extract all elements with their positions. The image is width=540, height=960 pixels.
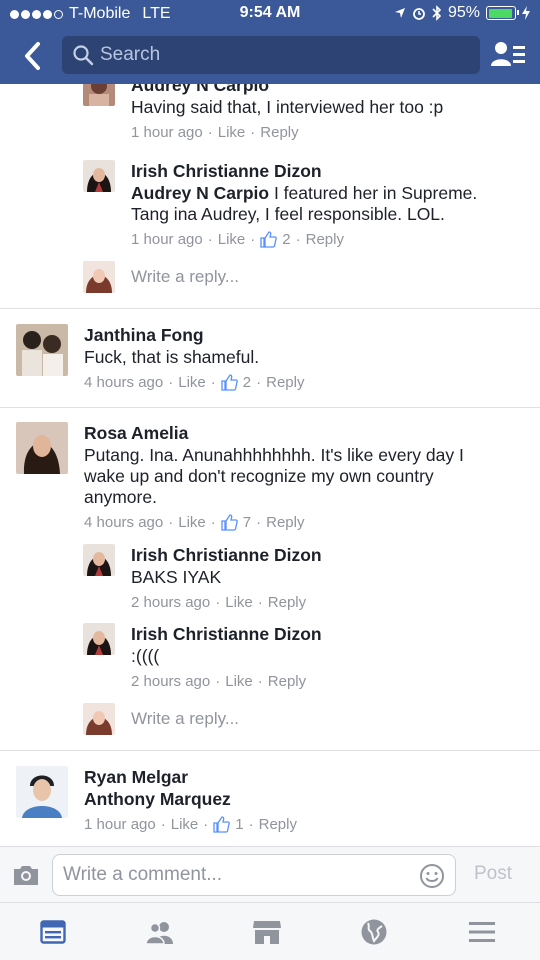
top-bar: T-Mobile LTE 9:54 AM 95% xyxy=(0,0,540,84)
news-feed-icon xyxy=(40,920,66,944)
reply-button[interactable]: Reply xyxy=(268,594,306,611)
comment-text: Having said that, I interviewed her too … xyxy=(131,97,444,117)
write-reply-prompt[interactable]: Write a reply... xyxy=(131,267,239,287)
camera-icon[interactable] xyxy=(12,863,40,887)
thumbs-up-icon xyxy=(221,514,238,531)
avatar[interactable] xyxy=(83,84,115,106)
comments-feed[interactable]: Audrey N Carpio Having said that, I inte… xyxy=(0,84,540,846)
emoji-icon[interactable] xyxy=(419,863,445,889)
comment-author[interactable]: Rosa Amelia xyxy=(84,422,504,444)
write-reply-prompt[interactable]: Write a reply... xyxy=(131,709,239,729)
avatar xyxy=(83,703,115,735)
comment-time: 2 hours ago xyxy=(131,673,211,690)
comment-time: 2 hours ago xyxy=(131,594,211,611)
comment-text: Putang. Ina. Anunahhhhhhhh. It's like ev… xyxy=(84,445,464,507)
charging-icon xyxy=(522,6,530,20)
tab-notifications[interactable] xyxy=(354,917,394,947)
thumbs-up-icon xyxy=(260,231,278,248)
mention-tag[interactable]: Anthony Marquez xyxy=(84,789,231,809)
battery-percent: 95% xyxy=(447,4,480,21)
comment-author[interactable]: Irish Christianne Dizon xyxy=(131,160,511,182)
search-input[interactable] xyxy=(100,36,470,74)
tab-friends[interactable] xyxy=(140,917,180,947)
search-icon xyxy=(73,45,94,66)
write-reply-row[interactable]: Write a reply... xyxy=(83,703,239,735)
location-icon xyxy=(394,8,405,18)
like-button[interactable]: Like xyxy=(218,124,246,141)
menu-icon xyxy=(469,922,495,942)
reply-button[interactable]: Reply xyxy=(266,514,304,531)
comment-text: :(((( xyxy=(131,646,160,666)
comment-time: 4 hours ago xyxy=(84,374,164,391)
reply-button[interactable]: Reply xyxy=(268,673,306,690)
avatar[interactable] xyxy=(16,422,68,474)
comment-author[interactable]: Irish Christianne Dizon xyxy=(131,544,322,566)
like-count[interactable]: 2 xyxy=(282,231,290,248)
reply-comment: Audrey N Carpio Having said that, I inte… xyxy=(83,84,443,141)
divider xyxy=(0,750,540,751)
reply-button[interactable]: Reply xyxy=(260,124,298,141)
avatar[interactable] xyxy=(83,160,115,192)
comment-author[interactable]: Audrey N Carpio xyxy=(131,84,443,96)
comment-author[interactable]: Janthina Fong xyxy=(84,324,304,346)
like-count[interactable]: 7 xyxy=(243,514,251,531)
friend-list-icon[interactable] xyxy=(490,38,526,72)
comment: Janthina Fong Fuck, that is shameful. 4 … xyxy=(16,324,304,391)
like-button[interactable]: Like xyxy=(225,673,253,690)
like-button[interactable]: Like xyxy=(178,514,206,531)
avatar[interactable] xyxy=(83,544,115,576)
avatar xyxy=(83,261,115,293)
like-button[interactable]: Like xyxy=(225,594,253,611)
comment: Rosa Amelia Putang. Ina. Anunahhhhhhhh. … xyxy=(16,422,504,531)
avatar[interactable] xyxy=(16,766,68,818)
marketplace-icon xyxy=(253,921,281,944)
tab-menu[interactable] xyxy=(462,917,502,947)
comment: Ryan Melgar Anthony Marquez 1 hour ago · … xyxy=(16,766,297,833)
like-button[interactable]: Like xyxy=(178,374,206,391)
comment-field[interactable] xyxy=(52,854,456,896)
search-bar[interactable] xyxy=(62,36,480,74)
comment-text: BAKS IYAK xyxy=(131,567,222,587)
bluetooth-icon xyxy=(432,5,442,21)
like-button[interactable]: Like xyxy=(218,231,246,248)
reply-button[interactable]: Reply xyxy=(259,816,297,833)
mention-tag[interactable]: Audrey N Carpio xyxy=(131,183,269,203)
comment-author[interactable]: Ryan Melgar xyxy=(84,766,297,788)
comment-text: Fuck, that is shameful. xyxy=(84,347,260,367)
comment-author[interactable]: Irish Christianne Dizon xyxy=(131,623,322,645)
like-button[interactable]: Like xyxy=(171,816,199,833)
like-count[interactable]: 1 xyxy=(235,816,243,833)
reply-comment: Irish Christianne Dizon BAKS IYAK 2 hour… xyxy=(83,544,322,611)
comment-time: 1 hour ago xyxy=(131,124,203,141)
divider xyxy=(0,308,540,309)
reply-comment: Irish Christianne Dizon Audrey N Carpio … xyxy=(83,160,511,248)
thumbs-up-icon xyxy=(221,374,238,391)
like-count[interactable]: 2 xyxy=(243,374,251,391)
reply-comment: Irish Christianne Dizon :(((( 2 hours ag… xyxy=(83,623,322,690)
thumbs-up-icon xyxy=(213,816,231,833)
tab-news-feed[interactable] xyxy=(33,917,73,947)
globe-icon xyxy=(361,919,387,945)
friends-icon xyxy=(145,922,173,944)
comment-composer: Post xyxy=(0,846,540,902)
divider xyxy=(0,407,540,408)
comment-time: 1 hour ago xyxy=(131,231,203,248)
comment-time: 4 hours ago xyxy=(84,514,164,531)
bottom-tab-bar xyxy=(0,902,540,960)
avatar[interactable] xyxy=(83,623,115,655)
battery-icon xyxy=(486,6,519,20)
comment-input[interactable] xyxy=(63,855,403,895)
tab-marketplace[interactable] xyxy=(247,917,287,947)
avatar[interactable] xyxy=(16,324,68,376)
status-bar: T-Mobile LTE 9:54 AM 95% xyxy=(0,0,540,28)
reply-button[interactable]: Reply xyxy=(306,231,344,248)
comment-time: 1 hour ago xyxy=(84,816,156,833)
back-icon[interactable] xyxy=(20,38,50,74)
alarm-icon xyxy=(413,8,425,20)
post-button[interactable]: Post xyxy=(474,863,512,885)
write-reply-row[interactable]: Write a reply... xyxy=(83,261,239,293)
reply-button[interactable]: Reply xyxy=(266,374,304,391)
